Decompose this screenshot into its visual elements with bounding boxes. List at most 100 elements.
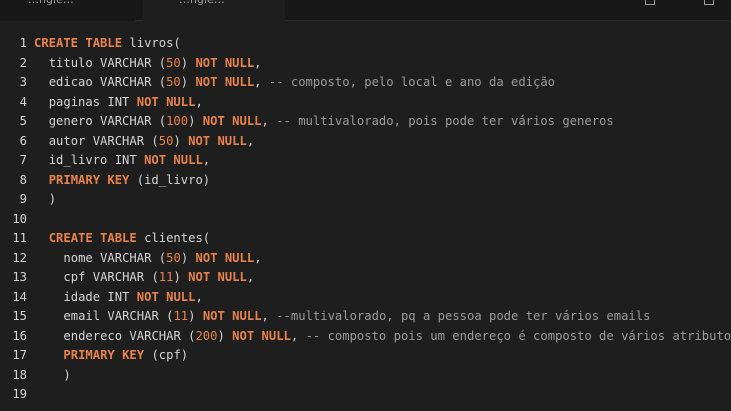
- code-line[interactable]: 4 paginas INT NOT NULL,: [0, 93, 731, 113]
- code-line[interactable]: 10: [0, 210, 731, 230]
- code-line[interactable]: 3 edicao VARCHAR (50) NOT NULL, -- compos…: [0, 73, 731, 93]
- number-literal: 11: [158, 270, 174, 284]
- code-text: ,: [261, 114, 277, 128]
- code-line[interactable]: 18): [0, 366, 731, 386]
- sql-keyword: PRIMARY KEY: [48, 172, 130, 187]
- number-literal: 50: [166, 75, 181, 89]
- code-text: (cpf): [144, 348, 189, 362]
- line-code: titulo VARCHAR (50) NOT NULL,: [49, 54, 262, 74]
- sql-keyword: NOT NULL: [136, 289, 196, 304]
- code-text: ): [188, 114, 203, 128]
- sql-keyword: CREATE TABLE: [34, 36, 123, 50]
- line-number: 19: [12, 387, 27, 401]
- code-text: ): [63, 367, 71, 382]
- line-code: autor VARCHAR (50) NOT NULL,: [49, 132, 254, 152]
- sql-keyword: NOT NULL: [136, 94, 196, 109]
- code-comment: -- composto pois um endereço é composto …: [305, 328, 731, 343]
- number-literal: 50: [166, 250, 181, 265]
- code-line[interactable]: 15 email VARCHAR (11) NOT NULL, --multiva…: [0, 307, 731, 327]
- line-code: email VARCHAR (11) NOT NULL, --multivalo…: [63, 307, 650, 327]
- line-number: 15: [12, 309, 27, 323]
- line-number: 6: [19, 133, 27, 148]
- code-text: ): [173, 270, 189, 284]
- code-text: paginas INT: [48, 94, 137, 109]
- code-line[interactable]: 2 titulo VARCHAR (50) NOT NULL,: [0, 54, 731, 74]
- code-text: ): [180, 75, 196, 89]
- code-line[interactable]: 6 autor VARCHAR (50) NOT NULL,: [0, 132, 731, 152]
- line-code: id_livro INT NOT NULL,: [49, 151, 210, 171]
- line-number: 16: [12, 328, 27, 343]
- code-text: ,: [261, 309, 277, 323]
- code-text: ): [173, 133, 189, 148]
- code-text: autor VARCHAR (: [48, 133, 159, 148]
- line-number: 4: [19, 94, 27, 109]
- tab-file-2-active[interactable]: …ngle…: [143, 0, 285, 21]
- code-text: ,: [246, 133, 255, 148]
- split-editor-icon[interactable]: [645, 0, 655, 5]
- sql-keyword: CREATE TABLE: [48, 231, 137, 245]
- code-line[interactable]: 8 PRIMARY KEY (id_livro): [0, 171, 731, 191]
- code-text: ): [180, 55, 196, 70]
- line-code: cpf VARCHAR (11) NOT NULL,: [63, 268, 254, 288]
- code-line[interactable]: 11 CREATE TABLE clientes(: [0, 229, 731, 249]
- line-code: CREATE TABLE livros(: [34, 34, 181, 54]
- line-number: 9: [19, 192, 27, 206]
- sql-keyword: NOT NULL: [188, 270, 247, 284]
- line-number: 14: [12, 289, 27, 304]
- code-line[interactable]: 13 cpf VARCHAR (11) NOT NULL,: [0, 268, 731, 288]
- line-code: endereco VARCHAR (200) NOT NULL, -- comp…: [63, 327, 731, 347]
- sql-keyword: NOT NULL: [232, 328, 291, 343]
- code-line[interactable]: 9): [0, 190, 731, 210]
- code-text: id_livro INT: [48, 153, 145, 167]
- code-text: idade INT: [63, 289, 137, 304]
- code-line[interactable]: 19: [0, 385, 731, 405]
- code-text: ,: [290, 328, 306, 343]
- line-number: 8: [19, 172, 27, 187]
- line-number: 18: [12, 367, 27, 382]
- code-text: ,: [202, 153, 211, 167]
- sql-keyword: PRIMARY KEY: [63, 348, 145, 362]
- tab-file-1[interactable]: …ngle…: [0, 0, 135, 21]
- line-code: ): [63, 366, 70, 386]
- code-line[interactable]: 14 idade INT NOT NULL,: [0, 288, 731, 308]
- more-actions-icon[interactable]: [704, 0, 714, 5]
- line-number: 2: [19, 55, 27, 70]
- code-line[interactable]: 5 genero VARCHAR (100) NOT NULL, -- multi…: [0, 112, 731, 132]
- line-number: 3: [19, 75, 27, 89]
- code-text: ): [188, 309, 203, 323]
- code-text: ,: [195, 94, 203, 109]
- code-line[interactable]: 7 id_livro INT NOT NULL,: [0, 151, 731, 171]
- code-line[interactable]: 12 nome VARCHAR (50) NOT NULL,: [0, 249, 731, 269]
- code-comment: -- composto, pelo local e ano da edição: [268, 75, 556, 89]
- number-literal: 50: [158, 133, 174, 148]
- code-text: ,: [254, 250, 262, 265]
- line-number: 10: [12, 211, 27, 226]
- line-code: ): [49, 190, 56, 210]
- line-number: 13: [12, 270, 27, 284]
- code-line[interactable]: 16 endereco VARCHAR (200) NOT NULL, -- co…: [0, 327, 731, 347]
- code-text: cpf VARCHAR (: [63, 270, 159, 284]
- code-line[interactable]: 17 PRIMARY KEY (cpf): [0, 346, 731, 366]
- code-text: nome VARCHAR (: [63, 250, 167, 265]
- sql-keyword: NOT NULL: [195, 250, 255, 265]
- sql-keyword: NOT NULL: [202, 114, 262, 128]
- line-number: 1: [19, 36, 27, 50]
- code-line[interactable]: 1 CREATE TABLE livros(: [0, 34, 731, 54]
- code-text: ,: [254, 55, 262, 70]
- code-text: ,: [254, 75, 269, 89]
- number-literal: 100: [166, 114, 189, 128]
- code-text: ,: [246, 270, 255, 284]
- code-comment: -- multivalorado, pois pode ter vários g…: [276, 114, 614, 128]
- code-text: genero VARCHAR (: [48, 114, 167, 128]
- code-editor[interactable]: 1 CREATE TABLE livros( 2 titulo VARCHAR (50…: [0, 34, 731, 411]
- sql-keyword: NOT NULL: [195, 55, 255, 70]
- line-number: 12: [12, 250, 27, 265]
- code-comment: --multivalorado, pq a pessoa pode ter vá…: [276, 309, 651, 323]
- tab-bar: …ngle… …ngle…: [0, 0, 731, 21]
- code-text: ): [217, 328, 233, 343]
- line-number: 17: [12, 348, 27, 362]
- line-code: paginas INT NOT NULL,: [49, 93, 203, 113]
- code-text: ): [180, 250, 196, 265]
- code-text: clientes(: [136, 231, 211, 245]
- number-literal: 50: [166, 55, 181, 70]
